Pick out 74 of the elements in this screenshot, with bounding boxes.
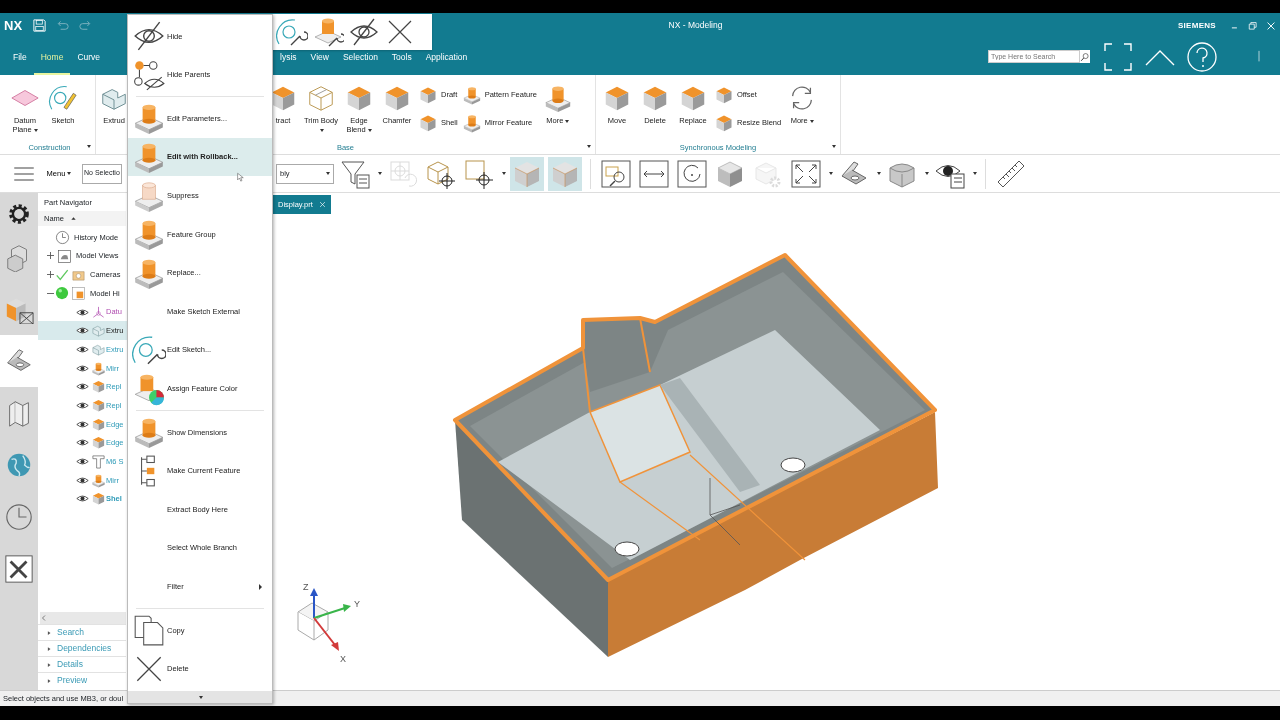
- cursor-icon: [237, 170, 247, 185]
- menu-tab[interactable]: Tools: [384, 51, 419, 75]
- cube-icon: [418, 113, 438, 133]
- cube-icon: [91, 491, 106, 507]
- cylinder-block-icon: [461, 113, 482, 133]
- views-icon: [57, 248, 72, 264]
- app-logo: NX: [4, 16, 23, 35]
- restore-icon[interactable]: [1248, 20, 1258, 31]
- cube-icon: [91, 379, 106, 395]
- cylinder-block-icon: [461, 85, 482, 105]
- sketch-wrench-icon: [276, 16, 308, 48]
- axis-label: X: [340, 654, 346, 664]
- dropdown-caret-icon[interactable]: [829, 172, 833, 175]
- expand-arrow-icon: [46, 629, 52, 636]
- dropdown-caret-icon[interactable]: [973, 172, 977, 175]
- sketch-wrench-button[interactable]: [276, 16, 308, 48]
- cube-icon: [714, 113, 734, 133]
- fullscreen-icon[interactable]: [1102, 40, 1134, 73]
- cylinder-block-icon: [91, 360, 106, 376]
- dropdown-caret-icon[interactable]: [502, 172, 506, 175]
- cylinder-wrench-button[interactable]: [312, 16, 344, 48]
- cylinder-wrench-icon: [312, 16, 344, 48]
- expand-arrow-icon: [46, 645, 52, 652]
- caret-icon: [67, 172, 72, 175]
- axis-label: Z: [303, 582, 309, 592]
- menu-tab[interactable]: Home: [33, 51, 71, 75]
- sort-ascending-icon[interactable]: [70, 215, 77, 222]
- save-icon[interactable]: [32, 18, 48, 33]
- rotate-icon: [676, 157, 708, 190]
- menu-tab[interactable]: Selection: [335, 51, 385, 75]
- launcher-icon[interactable]: [832, 145, 836, 148]
- datum-axes-icon: [91, 304, 106, 320]
- tools-icon: [4, 554, 34, 584]
- clock-icon: [55, 229, 70, 245]
- crossed-eye-button[interactable]: [348, 16, 380, 48]
- window-title: NX - Modeling: [667, 19, 724, 32]
- cube-icon: [418, 85, 438, 105]
- brand-name: SIEMENS: [1177, 19, 1216, 32]
- cube-icon: [91, 435, 106, 451]
- help-icon[interactable]: [1186, 40, 1218, 73]
- sketch-icon: [48, 83, 78, 113]
- close-icon[interactable]: [1266, 20, 1276, 31]
- square-crosshair-icon: [463, 157, 495, 190]
- menu-tab[interactable]: View: [303, 51, 336, 75]
- window-magnify-icon: [600, 157, 632, 190]
- horizontal-scrollbar[interactable]: [40, 612, 126, 624]
- fit-view-icon: [790, 157, 822, 190]
- clock-icon: [4, 502, 34, 532]
- axis-label: Y: [354, 599, 360, 609]
- launcher-icon[interactable]: [87, 145, 91, 148]
- cube-icon: [714, 85, 734, 105]
- dropdown-caret-icon[interactable]: [925, 172, 929, 175]
- expand-arrow-icon: [46, 661, 52, 668]
- launcher-icon[interactable]: [587, 145, 591, 148]
- cube-icon: [91, 416, 106, 432]
- axis-triad-icon: [297, 588, 351, 651]
- search-icon[interactable]: [1080, 51, 1090, 62]
- caret-icon: [326, 172, 330, 175]
- menu-tab[interactable]: File: [6, 51, 34, 75]
- cube-icon: [91, 398, 106, 414]
- model-drawing[interactable]: [453, 253, 938, 657]
- cylinder-block-icon: [542, 83, 573, 113]
- menu-tab[interactable]: Application: [418, 51, 475, 75]
- dropdown-caret-icon[interactable]: [378, 172, 382, 175]
- dropdown-caret-icon[interactable]: [877, 172, 881, 175]
- close-icon[interactable]: [318, 201, 326, 208]
- menu-tab[interactable]: lysis: [273, 51, 304, 75]
- menu-tab[interactable]: Curve: [70, 51, 108, 75]
- cylinder-block-icon: [91, 472, 106, 488]
- expand-arrow-icon: [46, 677, 52, 684]
- wire-cube-icon: [306, 83, 336, 113]
- crossed-eye-icon: [348, 16, 380, 48]
- block-folder-icon: [71, 285, 86, 301]
- caret-icon: [199, 695, 203, 699]
